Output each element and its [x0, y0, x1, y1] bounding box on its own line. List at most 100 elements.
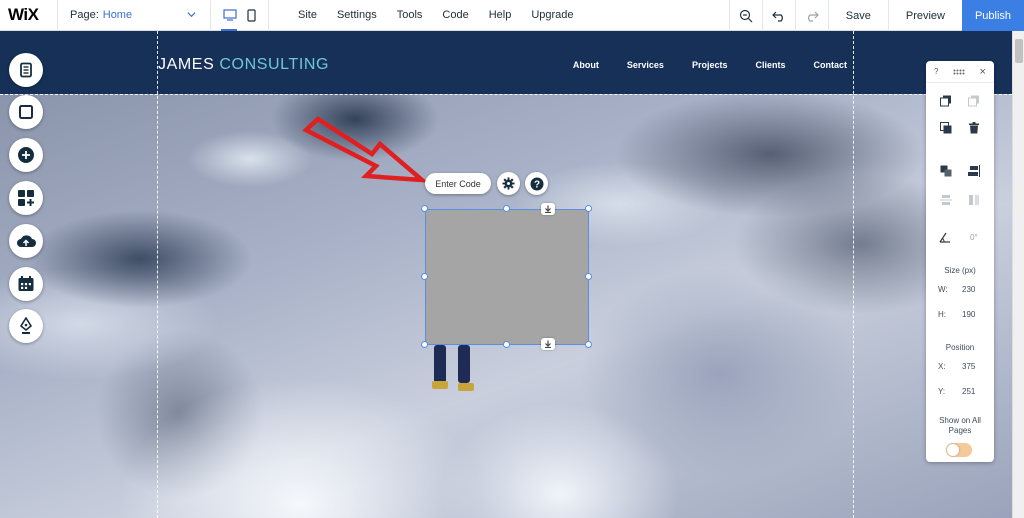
site-header[interactable]: JAMES CONSULTING About Services Projects… [0, 31, 1012, 94]
panel-help-button[interactable]: ? [934, 67, 938, 76]
cloud-upload-icon [17, 235, 36, 247]
nav-projects[interactable]: Projects [692, 60, 728, 70]
height-row: H: 190 [938, 310, 975, 319]
editor-menu: Site Settings Tools Code Help Upgrade [298, 0, 584, 31]
panel-close-button[interactable]: × [980, 66, 986, 78]
html-embed-element[interactable] [425, 209, 589, 345]
plus-circle-icon [18, 147, 34, 163]
width-value[interactable]: 230 [962, 285, 975, 294]
paste-icon [968, 95, 979, 107]
resize-handle-right[interactable] [585, 273, 592, 280]
x-value[interactable]: 375 [962, 362, 975, 371]
resize-handle-bottom[interactable] [503, 341, 510, 348]
width-row: W: 230 [938, 285, 975, 294]
editor-actions: Save Preview [728, 0, 962, 31]
climber-figure [432, 345, 477, 405]
mobile-icon[interactable] [247, 8, 256, 22]
show-all-pages-toggle[interactable] [946, 443, 972, 457]
add-apps-button[interactable] [9, 181, 43, 215]
site-nav: About Services Projects Clients Contact [545, 60, 847, 70]
redo-button[interactable] [794, 0, 828, 31]
editor-topbar: WiX Page: Home Site Settings Tools Code … [0, 0, 1024, 31]
canvas-scrollbar[interactable] [1012, 31, 1024, 518]
zoom-out-icon [739, 9, 753, 22]
preview-button[interactable]: Preview [887, 0, 962, 31]
editor-canvas[interactable]: JAMES CONSULTING About Services Projects… [0, 31, 1012, 518]
height-label: H: [938, 310, 946, 319]
delete-icon[interactable] [968, 122, 980, 134]
rotation-value[interactable]: 0° [970, 233, 978, 242]
red-arrow-annotation [302, 116, 429, 183]
panel-header: ? × [926, 61, 994, 83]
background-button[interactable] [9, 95, 43, 129]
page-selector-name: Home [102, 9, 133, 21]
menu-site[interactable]: Site [298, 9, 327, 21]
enter-code-button[interactable]: Enter Code [425, 173, 491, 194]
menu-tools[interactable]: Tools [387, 9, 433, 21]
redo-icon [807, 11, 819, 22]
resize-handle-bottom-left[interactable] [421, 341, 428, 348]
calendar-icon [18, 276, 34, 291]
menu-help[interactable]: Help [479, 9, 522, 21]
zoom-out-button[interactable] [728, 0, 762, 31]
pages-menu-button[interactable] [9, 53, 43, 87]
site-brand[interactable]: JAMES CONSULTING [158, 56, 329, 74]
nav-about[interactable]: About [573, 60, 599, 70]
resize-handle-left[interactable] [421, 273, 428, 280]
distribute-icon [940, 195, 952, 205]
menu-code[interactable]: Code [432, 9, 478, 21]
x-label: X: [938, 362, 946, 371]
nav-clients[interactable]: Clients [755, 60, 785, 70]
resize-handle-top-right[interactable] [585, 205, 592, 212]
undo-button[interactable] [761, 0, 795, 31]
nav-services[interactable]: Services [627, 60, 664, 70]
stretch-handle-bottom[interactable] [541, 338, 555, 350]
arrange-icon[interactable] [940, 165, 952, 177]
y-row: Y: 251 [938, 387, 975, 396]
x-row: X: 375 [938, 362, 975, 371]
y-value[interactable]: 251 [962, 387, 975, 396]
inspector-panel: ? × 0° Size (px) W: 230 H: 190 Position … [926, 61, 994, 462]
download-arrow-icon [545, 340, 551, 348]
width-label: W: [938, 285, 948, 294]
gear-icon [502, 177, 515, 190]
resize-handle-bottom-right[interactable] [585, 341, 592, 348]
menu-settings[interactable]: Settings [327, 9, 387, 21]
menu-upgrade[interactable]: Upgrade [521, 9, 583, 21]
wix-logo[interactable]: WiX [0, 0, 58, 31]
copy-icon[interactable] [940, 95, 952, 107]
help-icon: ? [530, 177, 543, 190]
page-selector[interactable]: Page: Home [58, 0, 211, 31]
element-help-button[interactable]: ? [525, 172, 548, 195]
height-value[interactable]: 190 [962, 310, 975, 319]
nav-contact[interactable]: Contact [814, 60, 848, 70]
resize-handle-top-left[interactable] [421, 205, 428, 212]
undo-icon [771, 11, 783, 22]
size-label: Size (px) [944, 266, 976, 275]
drag-grip-icon[interactable] [953, 69, 965, 75]
header-boundary-guide [0, 94, 1012, 95]
download-arrow-icon [545, 205, 551, 213]
brand-accent-name: CONSULTING [219, 56, 330, 73]
rotate-angle-icon [939, 232, 950, 243]
desktop-icon[interactable] [223, 9, 237, 21]
scrollbar-thumb[interactable] [1015, 39, 1023, 63]
element-settings-button[interactable] [497, 172, 520, 195]
resize-handle-top[interactable] [503, 205, 510, 212]
blog-button[interactable] [9, 309, 43, 343]
match-size-icon [969, 195, 979, 205]
brand-name: JAMES [158, 56, 220, 73]
y-label: Y: [938, 387, 946, 396]
publish-button[interactable]: Publish [962, 0, 1024, 31]
toggle-knob [947, 444, 959, 456]
stretch-handle-top[interactable] [541, 203, 555, 215]
left-gridline-guide [157, 31, 158, 518]
device-switcher [211, 0, 269, 31]
wix-bookings-button[interactable] [9, 267, 43, 301]
media-upload-button[interactable] [9, 224, 43, 258]
add-element-button[interactable] [9, 138, 43, 172]
pages-icon [20, 62, 32, 78]
duplicate-icon[interactable] [940, 122, 952, 134]
save-button[interactable]: Save [827, 0, 888, 31]
align-icon[interactable] [968, 165, 980, 177]
